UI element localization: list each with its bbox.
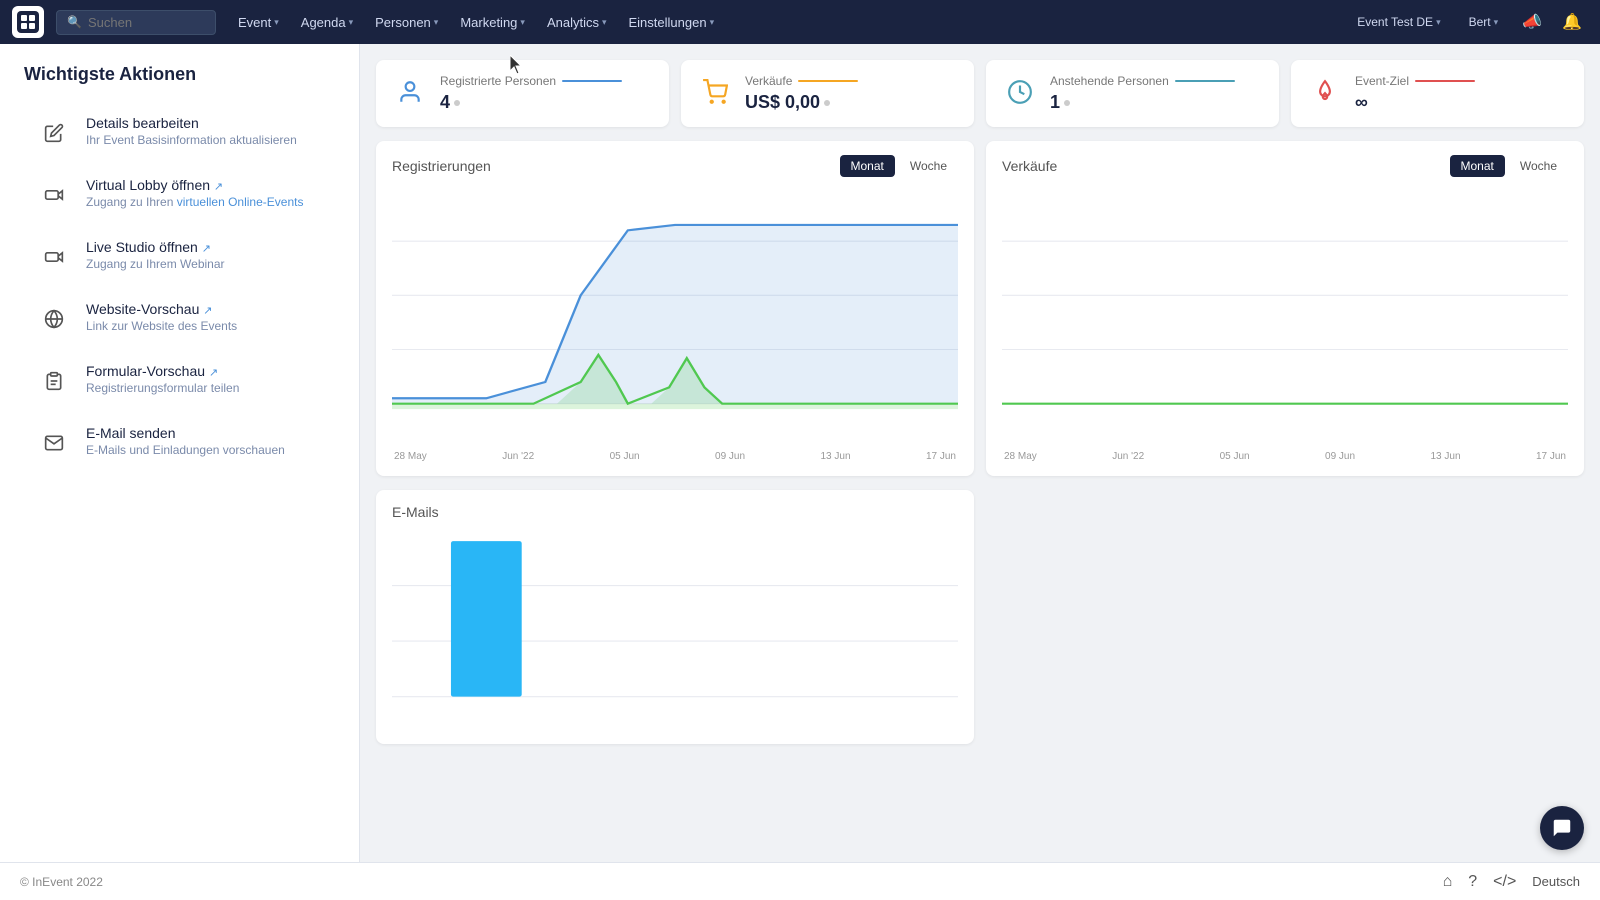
chevron-down-icon: ▾ — [1494, 17, 1499, 28]
pencil-icon — [36, 115, 72, 151]
chevron-down-icon: ▾ — [349, 17, 354, 28]
footer-right: ⌂ ? </> Deutsch — [1443, 873, 1580, 891]
chart-verkaufe: Verkäufe Monat Woche — [986, 141, 1584, 476]
tab-monat[interactable]: Monat — [840, 155, 895, 177]
stat-card-anstehende-personen: Anstehende Personen 1 — [986, 60, 1279, 127]
video2-icon — [36, 239, 72, 275]
chevron-down-icon: ▾ — [602, 17, 607, 28]
status-dot — [1064, 100, 1070, 106]
stat-cards: Registrierte Personen 4 Verkäufe — [376, 60, 1584, 127]
language-selector[interactable]: Deutsch — [1532, 874, 1580, 889]
chart-title: Verkäufe — [1002, 158, 1057, 174]
chevron-down-icon: ▾ — [520, 17, 525, 28]
search-input[interactable] — [88, 15, 208, 30]
sidebar-item-email-senden[interactable]: E-Mail senden E-Mails und Einladungen vo… — [12, 413, 347, 473]
search-box[interactable]: 🔍 — [56, 10, 216, 35]
home-icon[interactable]: ⌂ — [1443, 873, 1453, 891]
sidebar-item-details-bearbeiten[interactable]: Details bearbeiten Ihr Event Basisinform… — [12, 103, 347, 163]
globe-icon — [36, 301, 72, 337]
tab-woche[interactable]: Woche — [899, 155, 958, 177]
status-dot — [824, 100, 830, 106]
nav-analytics[interactable]: Analytics ▾ — [537, 9, 617, 36]
sidebar-item-virtual-lobby[interactable]: Virtual Lobby öffnen ↗ Zugang zu Ihren v… — [12, 165, 347, 225]
sidebar-title: Wichtigste Aktionen — [0, 64, 359, 101]
copyright: © InEvent 2022 — [20, 875, 103, 889]
nav-event[interactable]: Event ▾ — [228, 9, 289, 36]
user-menu[interactable]: Bert ▾ — [1459, 9, 1509, 35]
event-selector[interactable]: Event Test DE ▾ — [1347, 9, 1450, 35]
navbar: 🔍 Event ▾ Agenda ▾ Personen ▾ Marketing … — [0, 0, 1600, 44]
main-content: Registrierte Personen 4 Verkäufe — [360, 44, 1600, 862]
nav-marketing[interactable]: Marketing ▾ — [450, 9, 535, 36]
chevron-down-icon: ▾ — [274, 17, 279, 28]
status-dot — [454, 100, 460, 106]
nav-einstellungen[interactable]: Einstellungen ▾ — [619, 9, 725, 36]
email-chart-title: E-Mails — [392, 504, 439, 520]
sidebar-item-website-vorschau[interactable]: Website-Vorschau ↗ Link zur Website des … — [12, 289, 347, 349]
chevron-down-icon: ▾ — [434, 17, 439, 28]
navbar-right: Event Test DE ▾ Bert ▾ 📣 🔔 — [1347, 8, 1588, 36]
sidebar-item-live-studio[interactable]: Live Studio öffnen ↗ Zugang zu Ihrem Web… — [12, 227, 347, 287]
nav-personen[interactable]: Personen ▾ — [365, 9, 448, 36]
chart-registrierungen: Registrierungen Monat Woche — [376, 141, 974, 476]
search-icon: 🔍 — [67, 15, 82, 29]
fire-icon — [1307, 74, 1343, 110]
code-icon[interactable]: </> — [1493, 873, 1516, 891]
clipboard-icon — [36, 363, 72, 399]
chart-tabs-verkaufe: Monat Woche — [1450, 155, 1569, 177]
envelope-icon — [36, 425, 72, 461]
stat-card-verkaufe: Verkäufe US$ 0,00 — [681, 60, 974, 127]
app-logo[interactable] — [12, 6, 44, 38]
tab-woche-verkaufe[interactable]: Woche — [1509, 155, 1568, 177]
chat-button[interactable] — [1540, 806, 1584, 850]
stat-card-event-ziel: Event-Ziel ∞ — [1291, 60, 1584, 127]
nav-agenda[interactable]: Agenda ▾ — [291, 9, 363, 36]
chevron-down-icon: ▾ — [710, 17, 715, 28]
video-icon — [36, 177, 72, 213]
chart-x-labels: 28 May Jun '22 05 Jun 09 Jun 13 Jun 17 J… — [392, 451, 958, 462]
megaphone-icon[interactable]: 📣 — [1516, 8, 1548, 36]
help-icon[interactable]: ? — [1468, 873, 1477, 891]
stat-card-registrierte-personen: Registrierte Personen 4 — [376, 60, 669, 127]
tab-monat-verkaufe[interactable]: Monat — [1450, 155, 1505, 177]
email-chart-row: E-Mails — [376, 490, 1584, 744]
chart-emails: E-Mails — [376, 490, 974, 744]
chart-x-labels-verkaufe: 28 May Jun '22 05 Jun 09 Jun 13 Jun 17 J… — [1002, 451, 1568, 462]
bell-icon[interactable]: 🔔 — [1556, 8, 1588, 36]
sidebar-item-formular-vorschau[interactable]: Formular-Vorschau ↗ Registrierungsformul… — [12, 351, 347, 411]
registrierungen-chart-area — [392, 187, 958, 447]
clock-icon — [1002, 74, 1038, 110]
sidebar: Wichtigste Aktionen Details bearbeiten I… — [0, 44, 360, 862]
footer: © InEvent 2022 ⌂ ? </> Deutsch — [0, 862, 1600, 900]
charts-row: Registrierungen Monat Woche — [376, 141, 1584, 476]
chevron-down-icon: ▾ — [1436, 17, 1441, 28]
email-chart-area — [392, 530, 958, 730]
nav-menu: Event ▾ Agenda ▾ Personen ▾ Marketing ▾ … — [228, 9, 1343, 36]
chart-tabs: Monat Woche — [840, 155, 959, 177]
chart-title: Registrierungen — [392, 158, 491, 174]
main-layout: Wichtigste Aktionen Details bearbeiten I… — [0, 44, 1600, 862]
person-icon — [392, 74, 428, 110]
cart-icon — [697, 74, 733, 110]
verkaufe-chart-area — [1002, 187, 1568, 447]
